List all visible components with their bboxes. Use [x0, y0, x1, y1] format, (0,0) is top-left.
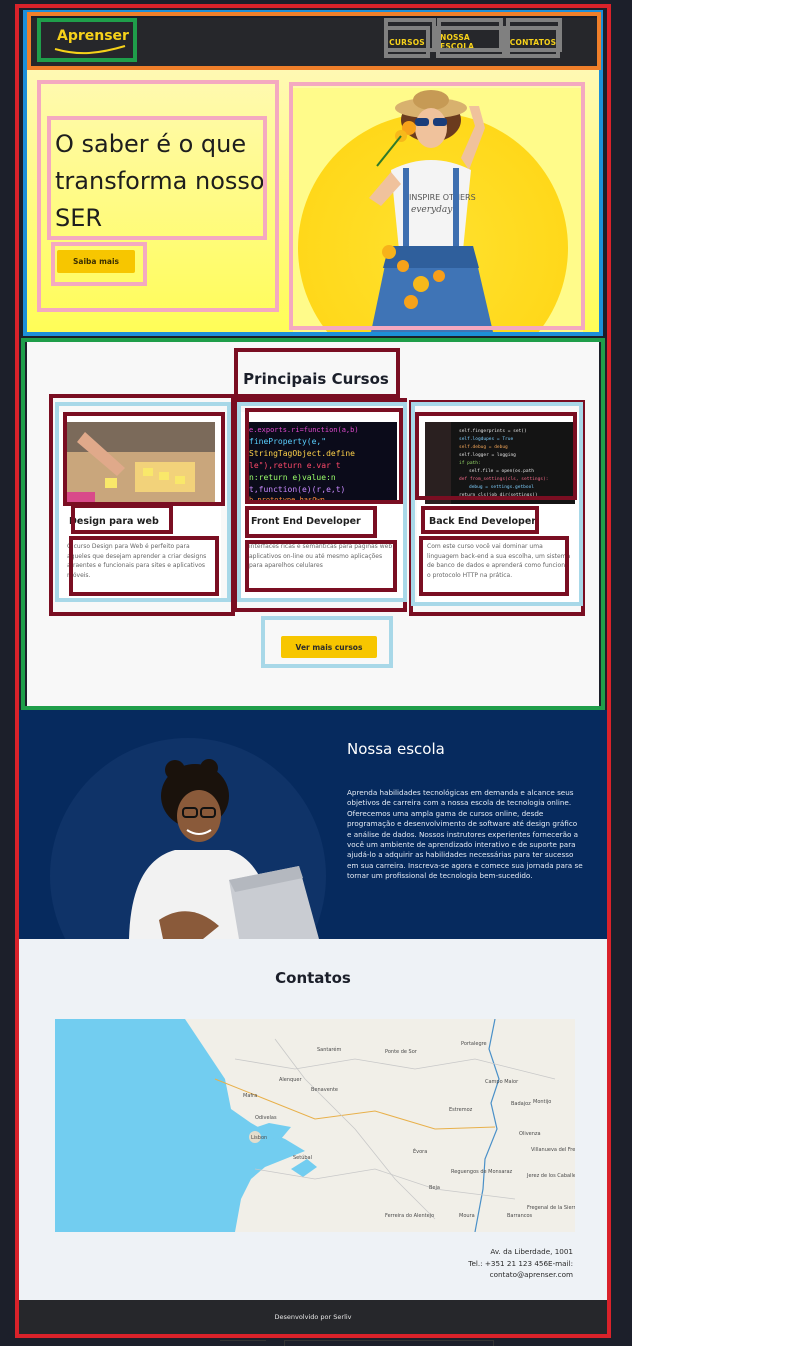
logo-swoosh-icon — [54, 45, 126, 55]
nav-contatos[interactable]: CONTATOS — [506, 26, 560, 58]
footer-credit: Desenvolvido por Serliv — [274, 1313, 352, 1321]
website: Aprenser CURSOS NOSSA ESCOLA CONTATOS O … — [19, 8, 607, 1334]
map-place-label: Barrancos — [507, 1213, 533, 1219]
school-section: Nossa escola Aprenda habilidades tecnoló… — [19, 710, 607, 939]
nav-cursos[interactable]: CURSOS — [384, 26, 430, 58]
course-description: interfaces ricas e semânticas para págin… — [249, 543, 393, 570]
svg-text:t,function(e)(r,e,t): t,function(e)(r,e,t) — [249, 485, 345, 494]
course-description: Com este curso você vai dominar uma ling… — [427, 543, 571, 579]
course-card-design[interactable]: Design para web O curso Design para Web … — [57, 412, 221, 602]
course-title: Back End Developer — [429, 516, 536, 527]
school-description: Aprenda habilidades tecnológicas em dema… — [347, 788, 583, 881]
svg-text:e.exports.ri=function(a,b): e.exports.ri=function(a,b) — [249, 426, 359, 434]
map-place-label: Santarém — [317, 1046, 341, 1053]
address-email[interactable]: contato@aprenser.com — [468, 1269, 573, 1281]
course-title: Front End Developer — [251, 516, 361, 527]
student-with-laptop-image — [79, 750, 339, 939]
map-place-label: Lisbon — [251, 1135, 267, 1141]
courses-section: Principais Cursos Design para web O curs… — [27, 342, 599, 706]
svg-text:everyday: everyday — [411, 205, 453, 215]
course-description: O curso Design para Web é perfeito para … — [67, 543, 207, 579]
bottom-tab-edge — [220, 1340, 266, 1346]
map-place-label: Ferreira do Alentejo — [385, 1213, 434, 1219]
map-place-label: Olivenza — [519, 1131, 541, 1137]
course-title: Design para web — [69, 516, 159, 527]
svg-text:self.fingerprints = set(): self.fingerprints = set() — [459, 428, 527, 434]
site-footer: Desenvolvido por Serliv — [19, 1300, 607, 1334]
svg-text:INSPIRE OTHERS: INSPIRE OTHERS — [409, 193, 476, 202]
map-place-label: Ponte de Sor — [385, 1049, 418, 1055]
hero-title: O saber é o que transforma nosso SER — [55, 130, 265, 232]
svg-text:self.file = open(os.path: self.file = open(os.path — [469, 468, 534, 474]
map-place-label: Badajoz — [511, 1101, 531, 1107]
nav-nossa-escola[interactable]: NOSSA ESCOLA — [436, 26, 506, 58]
logo[interactable]: Aprenser — [45, 24, 141, 60]
logo-text: Aprenser — [57, 28, 129, 44]
svg-text:le"),return e.var t: le"),return e.var t — [249, 461, 341, 470]
course-card-frontend[interactable]: e.exports.ri=function(a,b) fineProperty(… — [239, 412, 403, 602]
map-place-label: Portalegre — [461, 1041, 487, 1047]
map-place-label: Beja — [429, 1185, 440, 1191]
map-place-label: Alenquer — [279, 1077, 302, 1083]
svg-text:n:return e)value:n: n:return e)value:n — [249, 473, 336, 482]
svg-text:def from_settings(cls, setting: def from_settings(cls, settings): — [459, 476, 548, 482]
map-place-label: Setúbal — [293, 1154, 312, 1161]
svg-text:self.debug = debug: self.debug = debug — [459, 444, 508, 450]
courses-title: Principais Cursos — [243, 370, 389, 388]
map-place-label: Benavente — [311, 1087, 338, 1093]
contact-address: Av. da Liberdade, 1001 Tel.: +351 21 123… — [468, 1246, 573, 1281]
map-place-label: Campo Maior — [485, 1079, 519, 1085]
design-course-image — [65, 422, 215, 504]
map-place-label: Jerez de los Caballeros — [526, 1173, 575, 1179]
map-place-label: Reguengos de Monsaraz — [451, 1169, 513, 1175]
svg-text:if path:: if path: — [459, 460, 481, 466]
site-header: Aprenser CURSOS NOSSA ESCOLA CONTATOS — [29, 18, 597, 66]
address-phone: Tel.: +351 21 123 456E-mail: — [468, 1258, 573, 1268]
frontend-course-image: e.exports.ri=function(a,b) fineProperty(… — [247, 422, 397, 504]
svg-text:self.logdupes = True: self.logdupes = True — [459, 436, 513, 442]
hero-section: O saber é o que transforma nosso SER Sai… — [27, 70, 599, 332]
svg-text:fineProperty(e,": fineProperty(e," — [249, 437, 326, 446]
saiba-mais-button[interactable]: Saiba mais — [57, 250, 135, 273]
school-title: Nossa escola — [347, 740, 445, 758]
contacts-title: Contatos — [275, 969, 351, 987]
svg-text:debug = settings.getbool: debug = settings.getbool — [469, 484, 534, 490]
hero-woman-image: INSPIRE OTHERS everyday — [293, 88, 583, 332]
course-card-backend[interactable]: self.fingerprints = set() self.logdupes … — [417, 412, 581, 602]
contacts-section: Contatos Santarém Ponte de Sor Portalegre A… — [19, 939, 607, 1300]
svg-text:return cls(job_dir(settings)): return cls(job_dir(settings)) — [459, 492, 538, 498]
map-place-label: Odivelas — [255, 1115, 277, 1121]
map-place-label: Évora — [413, 1147, 427, 1155]
backend-course-image: self.fingerprints = set() self.logdupes … — [425, 422, 575, 504]
map-place-label: Estremoz — [449, 1107, 473, 1113]
map-place-label: Villanueva del Fresno — [531, 1147, 575, 1153]
svg-text:StringTagObject.define: StringTagObject.define — [249, 449, 355, 458]
svg-text:self.logger = logging: self.logger = logging — [459, 452, 516, 458]
ver-mais-cursos-button[interactable]: Ver mais cursos — [281, 636, 377, 658]
address-street: Av. da Liberdade, 1001 — [490, 1247, 573, 1256]
map-place-label: Mafra — [243, 1093, 257, 1099]
map-place-label: Montijo — [533, 1099, 551, 1105]
map-place-label: Moura — [459, 1213, 475, 1219]
bottom-tab-edge — [284, 1340, 494, 1346]
map-place-label: Fregenal de la Sierra — [527, 1205, 575, 1211]
svg-text:b.prototype.hasOwn: b.prototype.hasOwn — [249, 496, 325, 504]
location-map[interactable]: Santarém Ponte de Sor Portalegre Alenquer Be… — [55, 1019, 575, 1232]
